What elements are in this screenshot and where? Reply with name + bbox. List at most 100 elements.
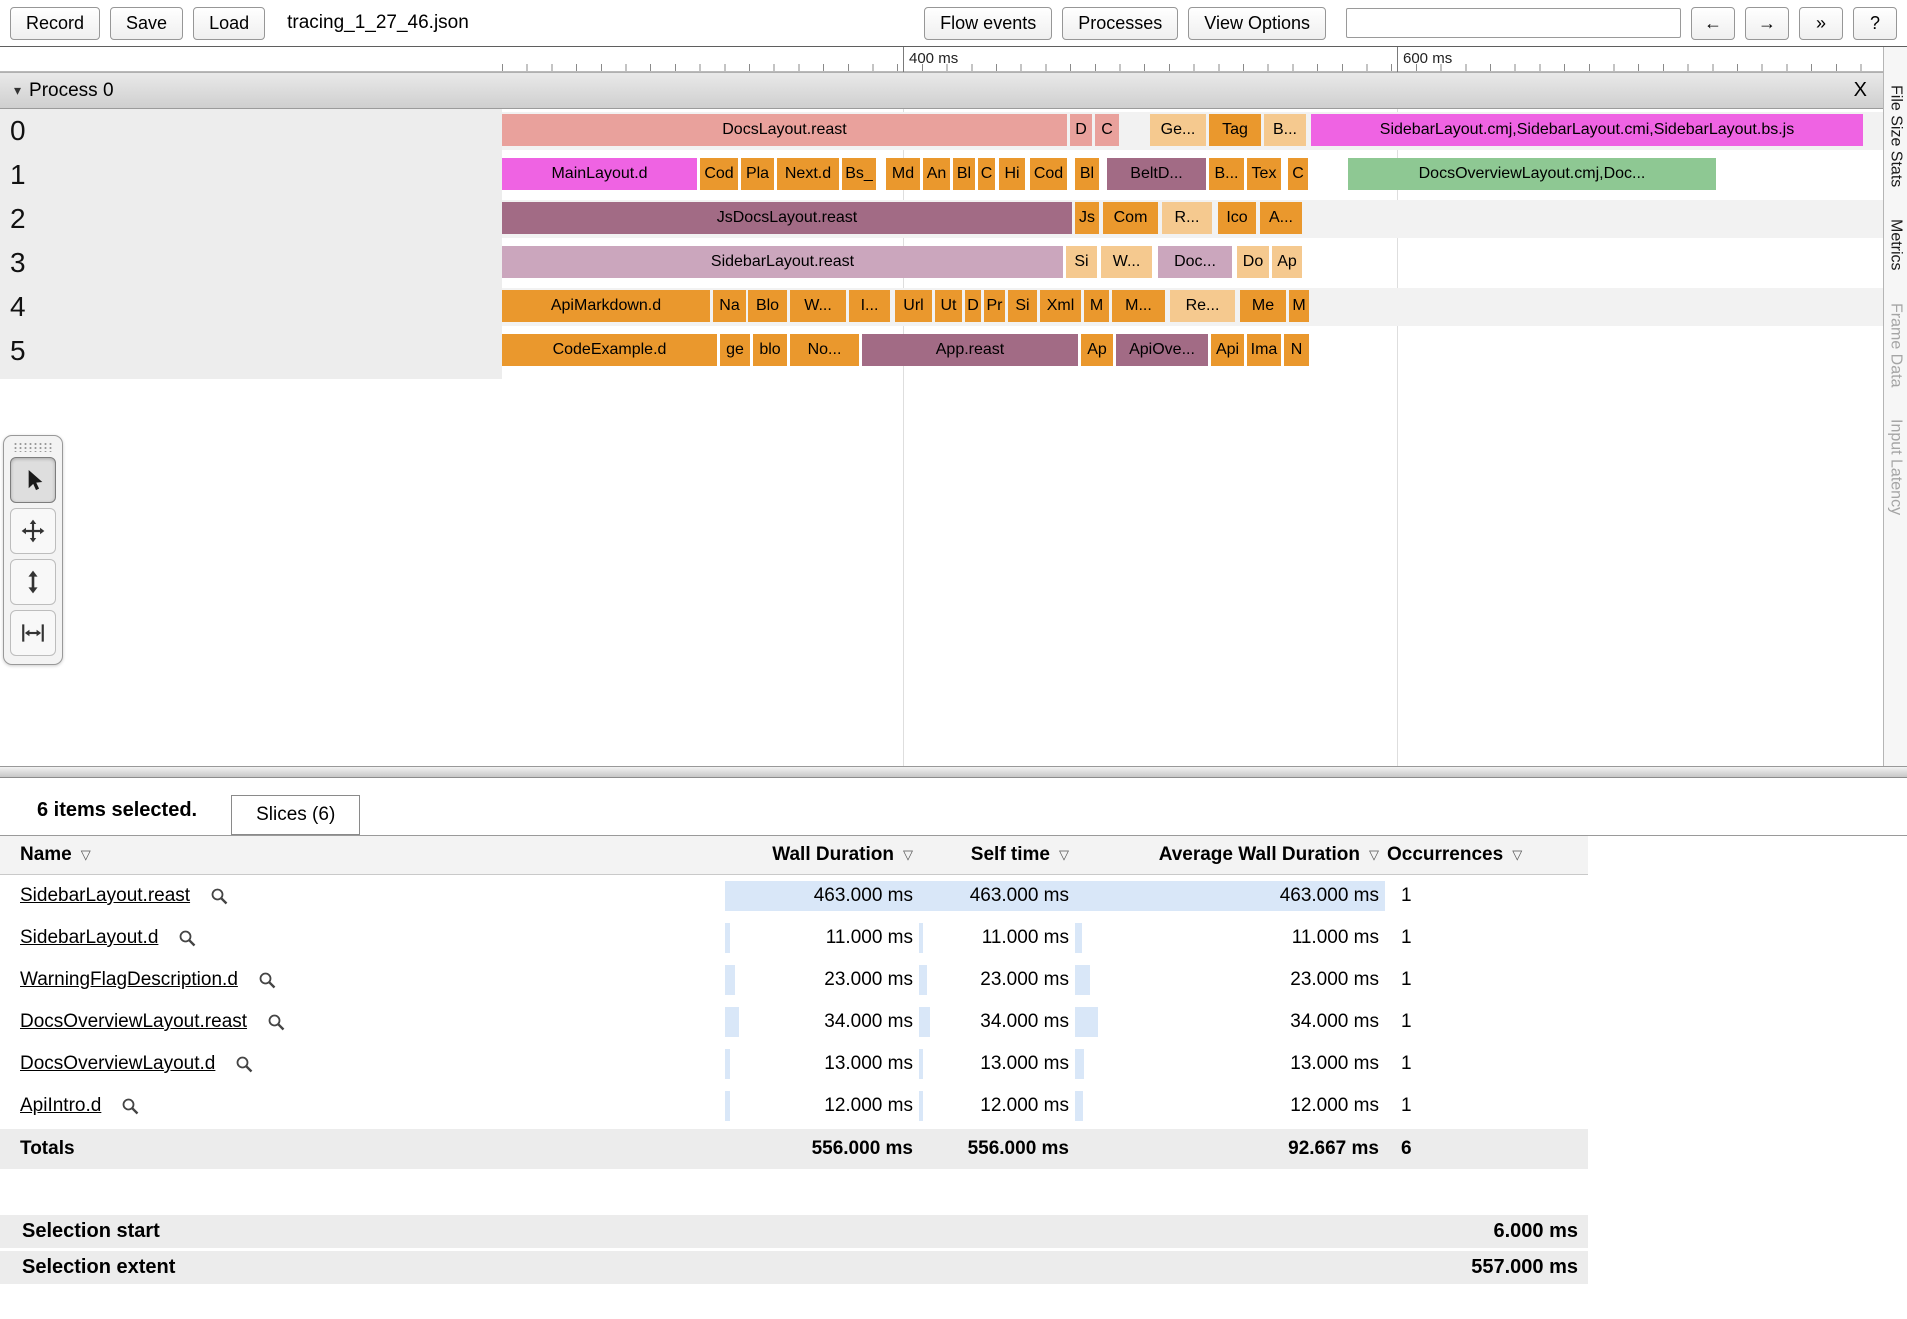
timeline-slice[interactable]: blo <box>753 334 787 366</box>
timeline-slice[interactable]: CodeExample.d <box>502 334 717 366</box>
timeline-slice[interactable]: Ge... <box>1150 114 1206 146</box>
timeline-slice[interactable]: DocsOverviewLayout.cmj,Doc... <box>1348 158 1716 190</box>
timeline-slice[interactable]: Cod <box>1030 158 1067 190</box>
processes-button[interactable]: Processes <box>1062 6 1179 40</box>
process-header[interactable]: ▾ Process 0 X <box>0 72 1883 109</box>
load-button[interactable]: Load <box>193 6 266 40</box>
timeline-slice[interactable]: MainLayout.d <box>502 158 697 190</box>
timeline-slice[interactable]: Bl <box>953 158 975 190</box>
timeline-slice[interactable]: Md <box>886 158 920 190</box>
timeline-slice[interactable]: DocsLayout.reast <box>502 114 1067 146</box>
selection-tool-button[interactable] <box>10 457 56 503</box>
column-header-name[interactable]: Name ▽ <box>0 844 723 866</box>
timeline-slice[interactable]: Me <box>1240 290 1286 322</box>
timeline-slice[interactable]: Ap <box>1081 334 1113 366</box>
timeline-slice[interactable]: Cod <box>700 158 738 190</box>
timeline-slice[interactable]: M... <box>1112 290 1165 322</box>
view-options-button[interactable]: View Options <box>1188 6 1326 40</box>
magnifier-icon[interactable] <box>258 971 277 990</box>
column-header-self-time[interactable]: Self time ▽ <box>917 844 1073 866</box>
save-button[interactable]: Save <box>110 6 184 40</box>
timeline-slice[interactable]: R... <box>1162 202 1212 234</box>
timeline-slice[interactable]: Tex <box>1247 158 1281 190</box>
magnifier-icon[interactable] <box>235 1055 254 1074</box>
timeline-slice[interactable]: Si <box>1066 246 1097 278</box>
zoom-tool-button[interactable] <box>10 559 56 605</box>
timeline-slice[interactable]: Ico <box>1218 202 1256 234</box>
slice-name-link[interactable]: DocsOverviewLayout.d <box>20 1053 215 1075</box>
timeline-slice[interactable]: Com <box>1103 202 1158 234</box>
timeline-slice[interactable]: Doc... <box>1158 246 1232 278</box>
slice-name-link[interactable]: ApiIntro.d <box>20 1095 101 1117</box>
timeline-slice[interactable]: B... <box>1264 114 1306 146</box>
timeline-slice[interactable]: Hi <box>999 158 1025 190</box>
magnifier-icon[interactable] <box>121 1097 140 1116</box>
help-button[interactable]: ? <box>1853 6 1897 40</box>
timeline-slice[interactable]: Api <box>1211 334 1244 366</box>
slice-name-link[interactable]: SidebarLayout.d <box>20 927 158 949</box>
timeline-slice[interactable]: ApiOve... <box>1116 334 1208 366</box>
side-tab-metrics[interactable]: Metrics <box>1887 219 1905 271</box>
timeline-slice[interactable]: D <box>965 290 981 322</box>
slice-name-link[interactable]: SidebarLayout.reast <box>20 885 190 907</box>
timeline-slice[interactable]: C <box>1288 158 1308 190</box>
magnifier-icon[interactable] <box>267 1013 286 1032</box>
timeline-slice[interactable]: JsDocsLayout.reast <box>502 202 1072 234</box>
timeline-slice[interactable]: B... <box>1209 158 1244 190</box>
timeline-slice[interactable]: Re... <box>1170 290 1235 322</box>
side-tab-file-size-stats[interactable]: File Size Stats <box>1887 85 1905 187</box>
timing-tool-button[interactable] <box>10 610 56 656</box>
timeline-slice[interactable]: BeltD... <box>1107 158 1206 190</box>
magnifier-icon[interactable] <box>210 887 229 906</box>
pan-tool-button[interactable] <box>10 508 56 554</box>
timeline-slice[interactable]: Do <box>1237 246 1269 278</box>
timeline-slice[interactable]: Si <box>1008 290 1037 322</box>
timeline-slice[interactable]: Na <box>713 290 746 322</box>
timeline-slice[interactable]: I... <box>849 290 890 322</box>
process-close-button[interactable]: X <box>1854 79 1867 102</box>
timeline-slice[interactable]: SidebarLayout.cmj,SidebarLayout.cmi,Side… <box>1311 114 1863 146</box>
timeline-slice[interactable]: C <box>978 158 995 190</box>
timeline-slice[interactable]: M <box>1289 290 1309 322</box>
timeline-slice[interactable]: N <box>1284 334 1309 366</box>
palette-grip[interactable] <box>13 442 53 452</box>
timeline-slice[interactable]: C <box>1095 114 1119 146</box>
timeline-slice[interactable]: Pla <box>741 158 774 190</box>
timeline-slice[interactable]: App.reast <box>862 334 1078 366</box>
timeline-slice[interactable]: Blo <box>748 290 787 322</box>
column-header-wall-duration[interactable]: Wall Duration ▽ <box>723 844 917 866</box>
timeline-tracks[interactable]: 0 DocsLayout.reast D C Ge... Tag B... SidebarLa… <box>0 109 1883 379</box>
horizontal-splitter[interactable] <box>0 766 1907 778</box>
timeline-slice[interactable]: ApiMarkdown.d <box>502 290 710 322</box>
column-header-occurrences[interactable]: Occurrences ▽ <box>1383 844 1588 866</box>
timeline-slice[interactable]: M <box>1084 290 1109 322</box>
timeline-slice[interactable]: Pr <box>984 290 1005 322</box>
timeline-slice[interactable]: Bs_ <box>842 158 876 190</box>
timeline-slice[interactable]: Ap <box>1272 246 1302 278</box>
timeline-slice[interactable]: ge <box>720 334 750 366</box>
timeline-slice[interactable]: D <box>1070 114 1092 146</box>
record-button[interactable]: Record <box>10 6 101 40</box>
timeline-slice[interactable]: Ut <box>935 290 962 322</box>
flow-events-button[interactable]: Flow events <box>924 6 1053 40</box>
timeline-slice[interactable]: Next.d <box>777 158 839 190</box>
tab-slices[interactable]: Slices (6) <box>231 795 361 835</box>
timeline-slice[interactable]: No... <box>790 334 859 366</box>
timeline-slice[interactable]: Ima <box>1247 334 1281 366</box>
timeline-slice[interactable]: Url <box>895 290 932 322</box>
find-next-button[interactable]: → <box>1745 6 1789 40</box>
find-input[interactable] <box>1346 8 1681 38</box>
timeline-slice[interactable]: Js <box>1075 202 1099 234</box>
timeline-slice[interactable]: An <box>923 158 950 190</box>
column-header-average-wall-duration[interactable]: Average Wall Duration ▽ <box>1073 844 1383 866</box>
timeline-slice[interactable]: A... <box>1260 202 1302 234</box>
find-previous-button[interactable]: ← <box>1691 6 1735 40</box>
timeline-slice[interactable]: Tag <box>1209 114 1261 146</box>
timeline-slice[interactable]: W... <box>790 290 846 322</box>
slice-name-link[interactable]: DocsOverviewLayout.reast <box>20 1011 247 1033</box>
timeline-slice[interactable]: Xml <box>1040 290 1081 322</box>
timeline-slice[interactable]: SidebarLayout.reast <box>502 246 1063 278</box>
disclosure-triangle-icon[interactable]: ▾ <box>14 82 21 99</box>
more-button[interactable]: » <box>1799 6 1843 40</box>
magnifier-icon[interactable] <box>178 929 197 948</box>
